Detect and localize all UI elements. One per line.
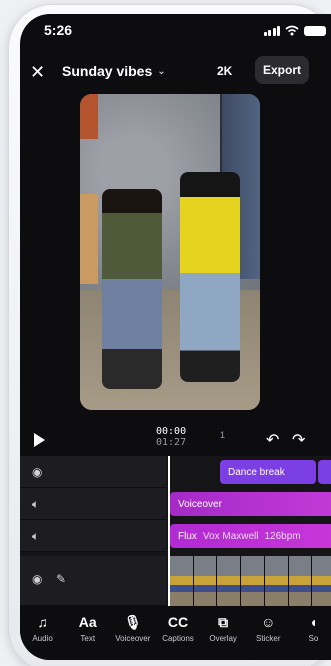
- timecode: 00:00 01:27: [156, 426, 186, 448]
- playhead[interactable]: [168, 456, 170, 612]
- video-thumbnail: [312, 556, 331, 606]
- tool-label: Audio: [32, 634, 53, 643]
- track-head: ◉ ✎: [20, 556, 166, 606]
- tool-sound[interactable]: ◖ So: [291, 606, 331, 660]
- visibility-eye-icon[interactable]: ◉: [32, 572, 42, 586]
- music-note-icon: ♫: [37, 614, 48, 630]
- text-clip-next[interactable]: [318, 460, 331, 484]
- voiceover-clip[interactable]: Voiceover: [170, 492, 331, 516]
- text-icon: Aa: [78, 614, 97, 630]
- track-head: 🔈︎: [20, 520, 166, 552]
- timeline[interactable]: ◉ Dance break 🔈︎ Voiceover 🔈︎ Flux Vox M…: [20, 456, 331, 606]
- signal-icon: [263, 25, 280, 36]
- microphone-icon: 🎙︎: [123, 614, 142, 630]
- video-thumbnail: [217, 556, 242, 606]
- track-head: 🔈︎: [20, 488, 166, 520]
- track-text: ◉ Dance break: [20, 456, 331, 488]
- redo-icon[interactable]: ↷: [292, 430, 305, 450]
- captions-icon: CC: [167, 614, 189, 630]
- dancer-left: [102, 189, 162, 389]
- project-title: Sunday vibes: [62, 63, 153, 79]
- track-video: ◉ ✎: [20, 556, 331, 606]
- music-clip[interactable]: Flux Vox Maxwell 126bpm: [170, 524, 331, 548]
- tool-label: So: [308, 634, 319, 643]
- text-clip-label: Dance break: [228, 466, 285, 478]
- video-clip-thumbnails[interactable]: [170, 556, 331, 606]
- track-head: ◉: [20, 456, 166, 488]
- music-artist: Vox Maxwell: [202, 530, 259, 542]
- visibility-eye-icon[interactable]: ◉: [32, 465, 42, 479]
- music-bpm: 126bpm: [264, 530, 301, 542]
- chevron-down-icon: ⌄: [157, 65, 166, 77]
- track-music: 🔈︎ Flux Vox Maxwell 126bpm: [20, 520, 331, 552]
- preview-left-wall: [80, 194, 98, 284]
- status-time: 5:26: [44, 22, 73, 38]
- tool-label: Text: [80, 634, 96, 643]
- tool-label: Sticker: [256, 634, 281, 643]
- tool-overlay[interactable]: ⧉ Overlay: [201, 606, 246, 660]
- track-voiceover: 🔈︎ Voiceover: [20, 488, 331, 520]
- text-clip[interactable]: Dance break: [220, 460, 316, 484]
- total-time: 01:27: [156, 437, 187, 448]
- tool-captions[interactable]: CC Captions: [155, 606, 200, 660]
- tool-text[interactable]: Aa Text: [65, 606, 110, 660]
- tool-label: Voiceover: [115, 634, 151, 643]
- tool-label: Overlay: [209, 634, 237, 643]
- playback-controls: 00:00 01:27 1 ↶ ↷: [20, 424, 331, 456]
- close-icon[interactable]: ✕: [30, 62, 45, 83]
- dancer-right: [180, 172, 240, 382]
- status-icons: [263, 25, 326, 36]
- video-thumbnail: [288, 556, 313, 606]
- edit-effects-icon[interactable]: ✎: [56, 572, 66, 586]
- overlay-icon: ⧉: [218, 614, 229, 630]
- music-title: Flux: [178, 530, 197, 542]
- video-thumbnail: [241, 556, 265, 606]
- voiceover-clip-label: Voiceover: [178, 498, 222, 510]
- bottom-toolbar: ♫ Audio Aa Text 🎙︎ Voiceover CC Captions…: [20, 606, 331, 660]
- undo-icon[interactable]: ↶: [266, 430, 279, 450]
- resolution-button[interactable]: 2K: [217, 64, 232, 78]
- status-bar: 5:26: [20, 20, 331, 42]
- current-time: 00:00: [156, 426, 187, 437]
- tool-voiceover[interactable]: 🎙︎ Voiceover: [110, 606, 155, 660]
- video-thumbnail: [193, 556, 218, 606]
- video-thumbnail: [264, 556, 289, 606]
- timeline-marker: 1: [220, 430, 226, 440]
- app-screen: 5:26 ✕ Sunday vibes ⌄ 2K Export 00:00 01…: [20, 14, 331, 660]
- export-button[interactable]: Export: [255, 56, 309, 84]
- tool-audio[interactable]: ♫ Audio: [20, 606, 65, 660]
- preview-sign: [80, 94, 98, 139]
- video-preview[interactable]: [80, 94, 260, 410]
- sticker-icon: ☺: [261, 614, 276, 630]
- speaker-icon[interactable]: 🔈︎: [32, 497, 39, 512]
- project-title-dropdown[interactable]: Sunday vibes ⌄: [62, 63, 166, 79]
- speaker-icon[interactable]: 🔈︎: [32, 529, 39, 544]
- play-icon[interactable]: [32, 432, 46, 448]
- sound-icon: ◖: [309, 614, 318, 630]
- tool-label: Captions: [162, 634, 194, 643]
- tool-sticker[interactable]: ☺ Sticker: [246, 606, 291, 660]
- wifi-icon: [285, 25, 299, 36]
- top-bar: ✕ Sunday vibes ⌄ 2K Export: [20, 56, 331, 86]
- video-thumbnail: [170, 556, 194, 606]
- battery-icon: [304, 25, 326, 36]
